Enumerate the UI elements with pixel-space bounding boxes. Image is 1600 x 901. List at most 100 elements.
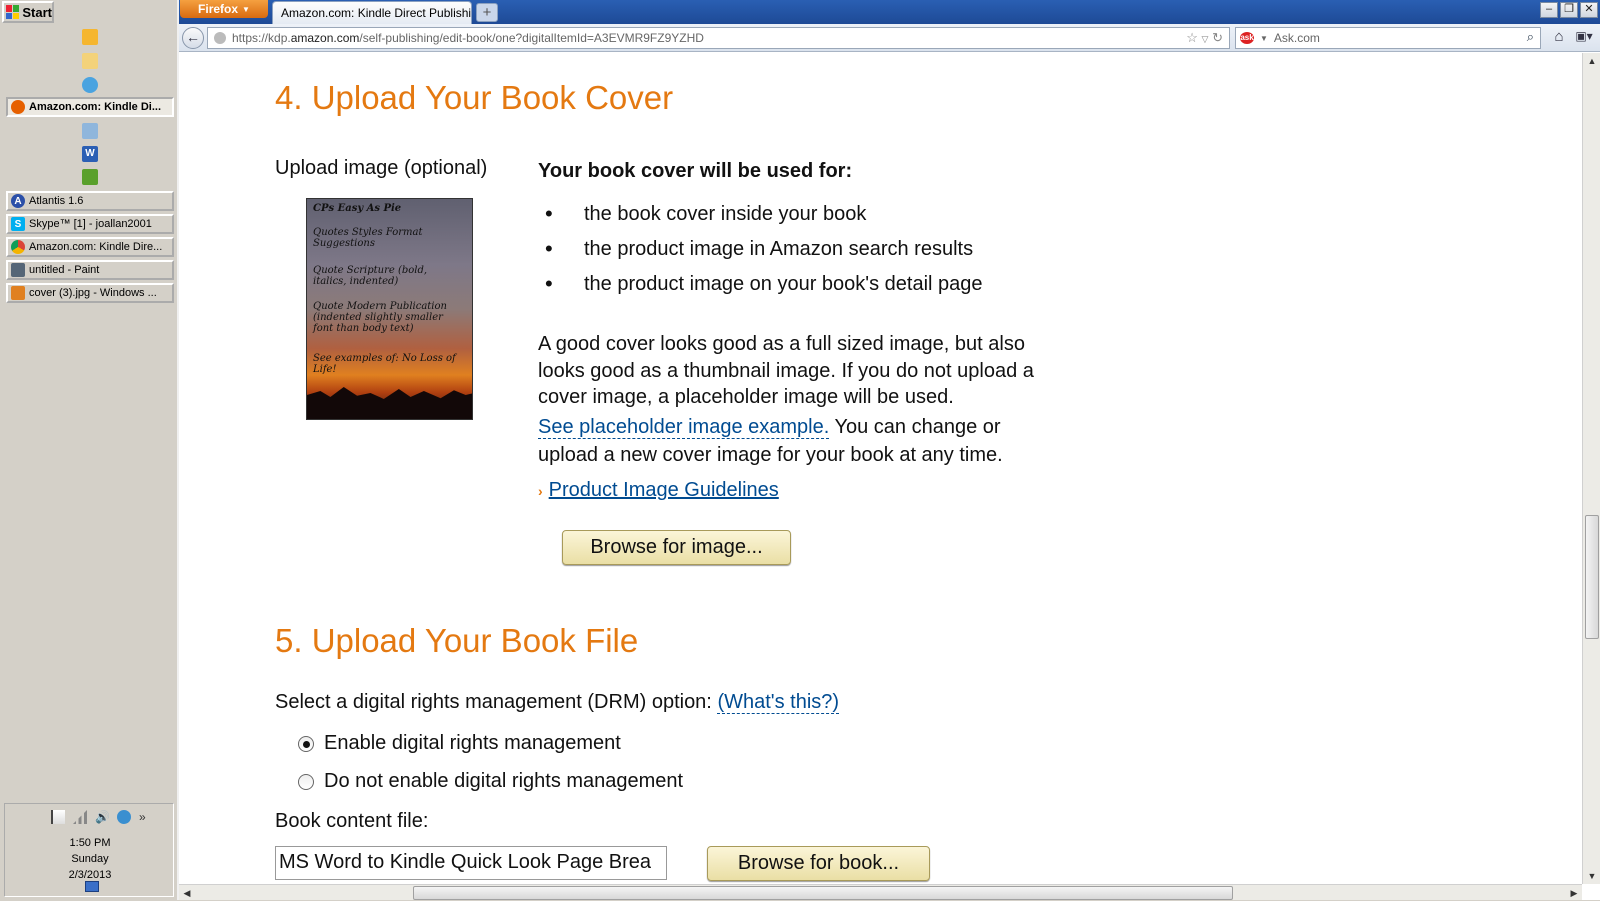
task-button-photo-viewer[interactable]: cover (3).jpg - Windows ...: [6, 283, 174, 303]
chrome-icon: [11, 240, 25, 254]
browse-image-button[interactable]: Browse for image...: [562, 530, 791, 565]
paragraph-line: looks good as a thumbnail image. If you …: [538, 359, 1034, 382]
cover-text-line: CPs Easy As Pie: [313, 203, 402, 214]
window-controls: – ❐ ✕: [1540, 2, 1598, 18]
sync-icon[interactable]: [117, 810, 131, 824]
bookmarks-menu-icon[interactable]: ▣▾: [1573, 29, 1595, 47]
horizontal-scroll-thumb[interactable]: [413, 886, 1233, 900]
vertical-scroll-thumb[interactable]: [1585, 515, 1599, 639]
tab-bar: Firefox ▼ Amazon.com: Kindle Direct Publ…: [179, 0, 1600, 24]
evernote-icon[interactable]: [82, 169, 98, 185]
reload-icon[interactable]: ↻: [1212, 30, 1223, 45]
url-tools: ☆ ▽ ↻: [1186, 30, 1223, 46]
radio-label: Do not enable digital rights management: [324, 770, 684, 792]
word-icon[interactable]: W: [82, 146, 98, 162]
book-cover-thumbnail: CPs Easy As Pie Quotes Styles Format Sug…: [306, 198, 473, 420]
paragraph-line: A good cover looks good as a full sized …: [538, 333, 1025, 355]
flag-icon[interactable]: [51, 810, 65, 824]
tab-amazon-kdp[interactable]: Amazon.com: Kindle Direct Publishi...: [272, 1, 472, 24]
taskbar: Start W Amazon.com: Kindle Di... A Atlan…: [0, 0, 179, 900]
bookmark-star-icon[interactable]: ☆: [1186, 30, 1198, 45]
cover-text-line: Quotes Styles Format Suggestions: [313, 227, 423, 249]
scroll-up-icon[interactable]: ▲: [1584, 53, 1600, 69]
list-item: the product image on your book's detail …: [538, 271, 983, 308]
dropdown-arrow-icon[interactable]: ▽: [1202, 34, 1209, 44]
clock-time: 1:50 PM: [69, 837, 111, 849]
cover-info-paragraph: A good cover looks good as a full sized …: [538, 331, 1098, 469]
task-label: Amazon.com: Kindle Di...: [29, 101, 162, 113]
radio-disable-drm[interactable]: [298, 773, 314, 790]
clock[interactable]: 1:50 PM Sunday 2/3/2013: [5, 835, 175, 883]
radio-enable-drm[interactable]: [298, 735, 314, 752]
tab-title: Amazon.com: Kindle Direct Publishi...: [281, 6, 472, 20]
paragraph-line: cover image, a placeholder image will be…: [538, 386, 954, 408]
drm-prompt: Select a digital rights management (DRM)…: [275, 691, 712, 713]
system-tray: 🔊 » 1:50 PM Sunday 2/3/2013: [4, 803, 174, 897]
list-item: the book cover inside your book: [538, 201, 983, 238]
photo-viewer-icon: [11, 286, 25, 300]
task-label: Amazon.com: Kindle Dire...: [29, 241, 163, 253]
task-label: Atlantis 1.6: [29, 195, 84, 207]
paragraph-line: You can change or: [829, 415, 1001, 438]
search-placeholder: Ask.com: [1273, 31, 1320, 45]
skype-icon: S: [11, 217, 25, 231]
site-identity-icon[interactable]: [214, 32, 226, 44]
scroll-right-icon[interactable]: ▶: [1566, 885, 1582, 901]
start-button[interactable]: Start: [2, 1, 54, 23]
language-bar-icon[interactable]: [85, 881, 99, 892]
volume-icon[interactable]: 🔊: [95, 810, 110, 824]
list-item: the product image in Amazon search resul…: [538, 236, 983, 273]
new-tab-button[interactable]: +: [476, 3, 498, 22]
radio-label: Enable digital rights management: [324, 732, 621, 754]
internet-explorer-icon[interactable]: [82, 77, 98, 93]
paint-icon: [11, 263, 25, 277]
horizontal-scrollbar[interactable]: ◀ ▶: [179, 884, 1582, 900]
search-bar[interactable]: ask ▼ Ask.com ⌕: [1235, 27, 1541, 49]
ask-logo-icon[interactable]: ask: [1240, 32, 1254, 44]
cover-text-line: Quote Modern Publication (indented sligh…: [313, 301, 447, 334]
section-title-upload-cover: 4. Upload Your Book Cover: [275, 79, 674, 116]
close-button[interactable]: ✕: [1580, 2, 1598, 18]
search-icon[interactable]: ⌕: [1527, 29, 1534, 45]
upload-image-label: Upload image (optional): [275, 157, 488, 179]
content-file-label: Book content file:: [275, 810, 429, 832]
firefox-menu-button[interactable]: Firefox ▼: [180, 0, 268, 18]
content-file-input[interactable]: MS Word to Kindle Quick Look Page Brea: [275, 846, 667, 880]
chevron-right-icon[interactable]: »: [139, 810, 153, 824]
task-button-atlantis[interactable]: A Atlantis 1.6: [6, 191, 174, 211]
show-desktop-icon[interactable]: [82, 53, 98, 69]
task-button-paint[interactable]: untitled - Paint: [6, 260, 174, 280]
browser-window: Firefox ▼ Amazon.com: Kindle Direct Publ…: [179, 0, 1600, 900]
drm-option-disable[interactable]: Do not enable digital rights management: [298, 770, 683, 793]
atlantis-icon: A: [11, 194, 25, 208]
firefox-icon: [11, 100, 25, 114]
task-button-firefox[interactable]: Amazon.com: Kindle Di...: [6, 97, 174, 117]
restore-button[interactable]: ❐: [1560, 2, 1578, 18]
folder-icon[interactable]: [82, 123, 98, 139]
outlook-icon[interactable]: [82, 29, 98, 45]
browse-book-button[interactable]: Browse for book...: [707, 846, 930, 881]
home-icon[interactable]: ⌂: [1549, 28, 1569, 48]
url-bar[interactable]: https://kdp.amazon.com/self-publishing/e…: [207, 27, 1230, 49]
task-label: Skype™ [1] - joallan2001: [29, 218, 152, 230]
task-button-skype[interactable]: S Skype™ [1] - joallan2001: [6, 214, 174, 234]
placeholder-example-link[interactable]: See placeholder image example.: [538, 415, 830, 439]
navigation-bar: ← https://kdp.amazon.com/self-publishing…: [179, 24, 1600, 52]
task-button-chrome[interactable]: Amazon.com: Kindle Dire...: [6, 237, 174, 257]
search-engine-dropdown-icon[interactable]: ▼: [1260, 34, 1268, 43]
network-signal-icon[interactable]: [73, 810, 87, 824]
scroll-left-icon[interactable]: ◀: [179, 885, 195, 901]
vertical-scrollbar[interactable]: ▲ ▼: [1582, 53, 1600, 884]
minimize-button[interactable]: –: [1540, 2, 1558, 18]
url-text: https://kdp.amazon.com/self-publishing/e…: [232, 31, 704, 45]
product-image-guidelines-link[interactable]: Product Image Guidelines: [549, 479, 779, 501]
back-button[interactable]: ←: [182, 27, 204, 49]
task-label: cover (3).jpg - Windows ...: [29, 287, 157, 299]
whats-this-link[interactable]: (What's this?): [717, 691, 840, 714]
scroll-down-icon[interactable]: ▼: [1584, 868, 1600, 884]
page-content: 4. Upload Your Book Cover Upload image (…: [179, 53, 1579, 884]
task-label: untitled - Paint: [29, 264, 100, 276]
paragraph-line: upload a new cover image for your book a…: [538, 444, 1003, 466]
start-label: Start: [22, 4, 52, 20]
drm-option-enable[interactable]: Enable digital rights management: [298, 732, 621, 755]
